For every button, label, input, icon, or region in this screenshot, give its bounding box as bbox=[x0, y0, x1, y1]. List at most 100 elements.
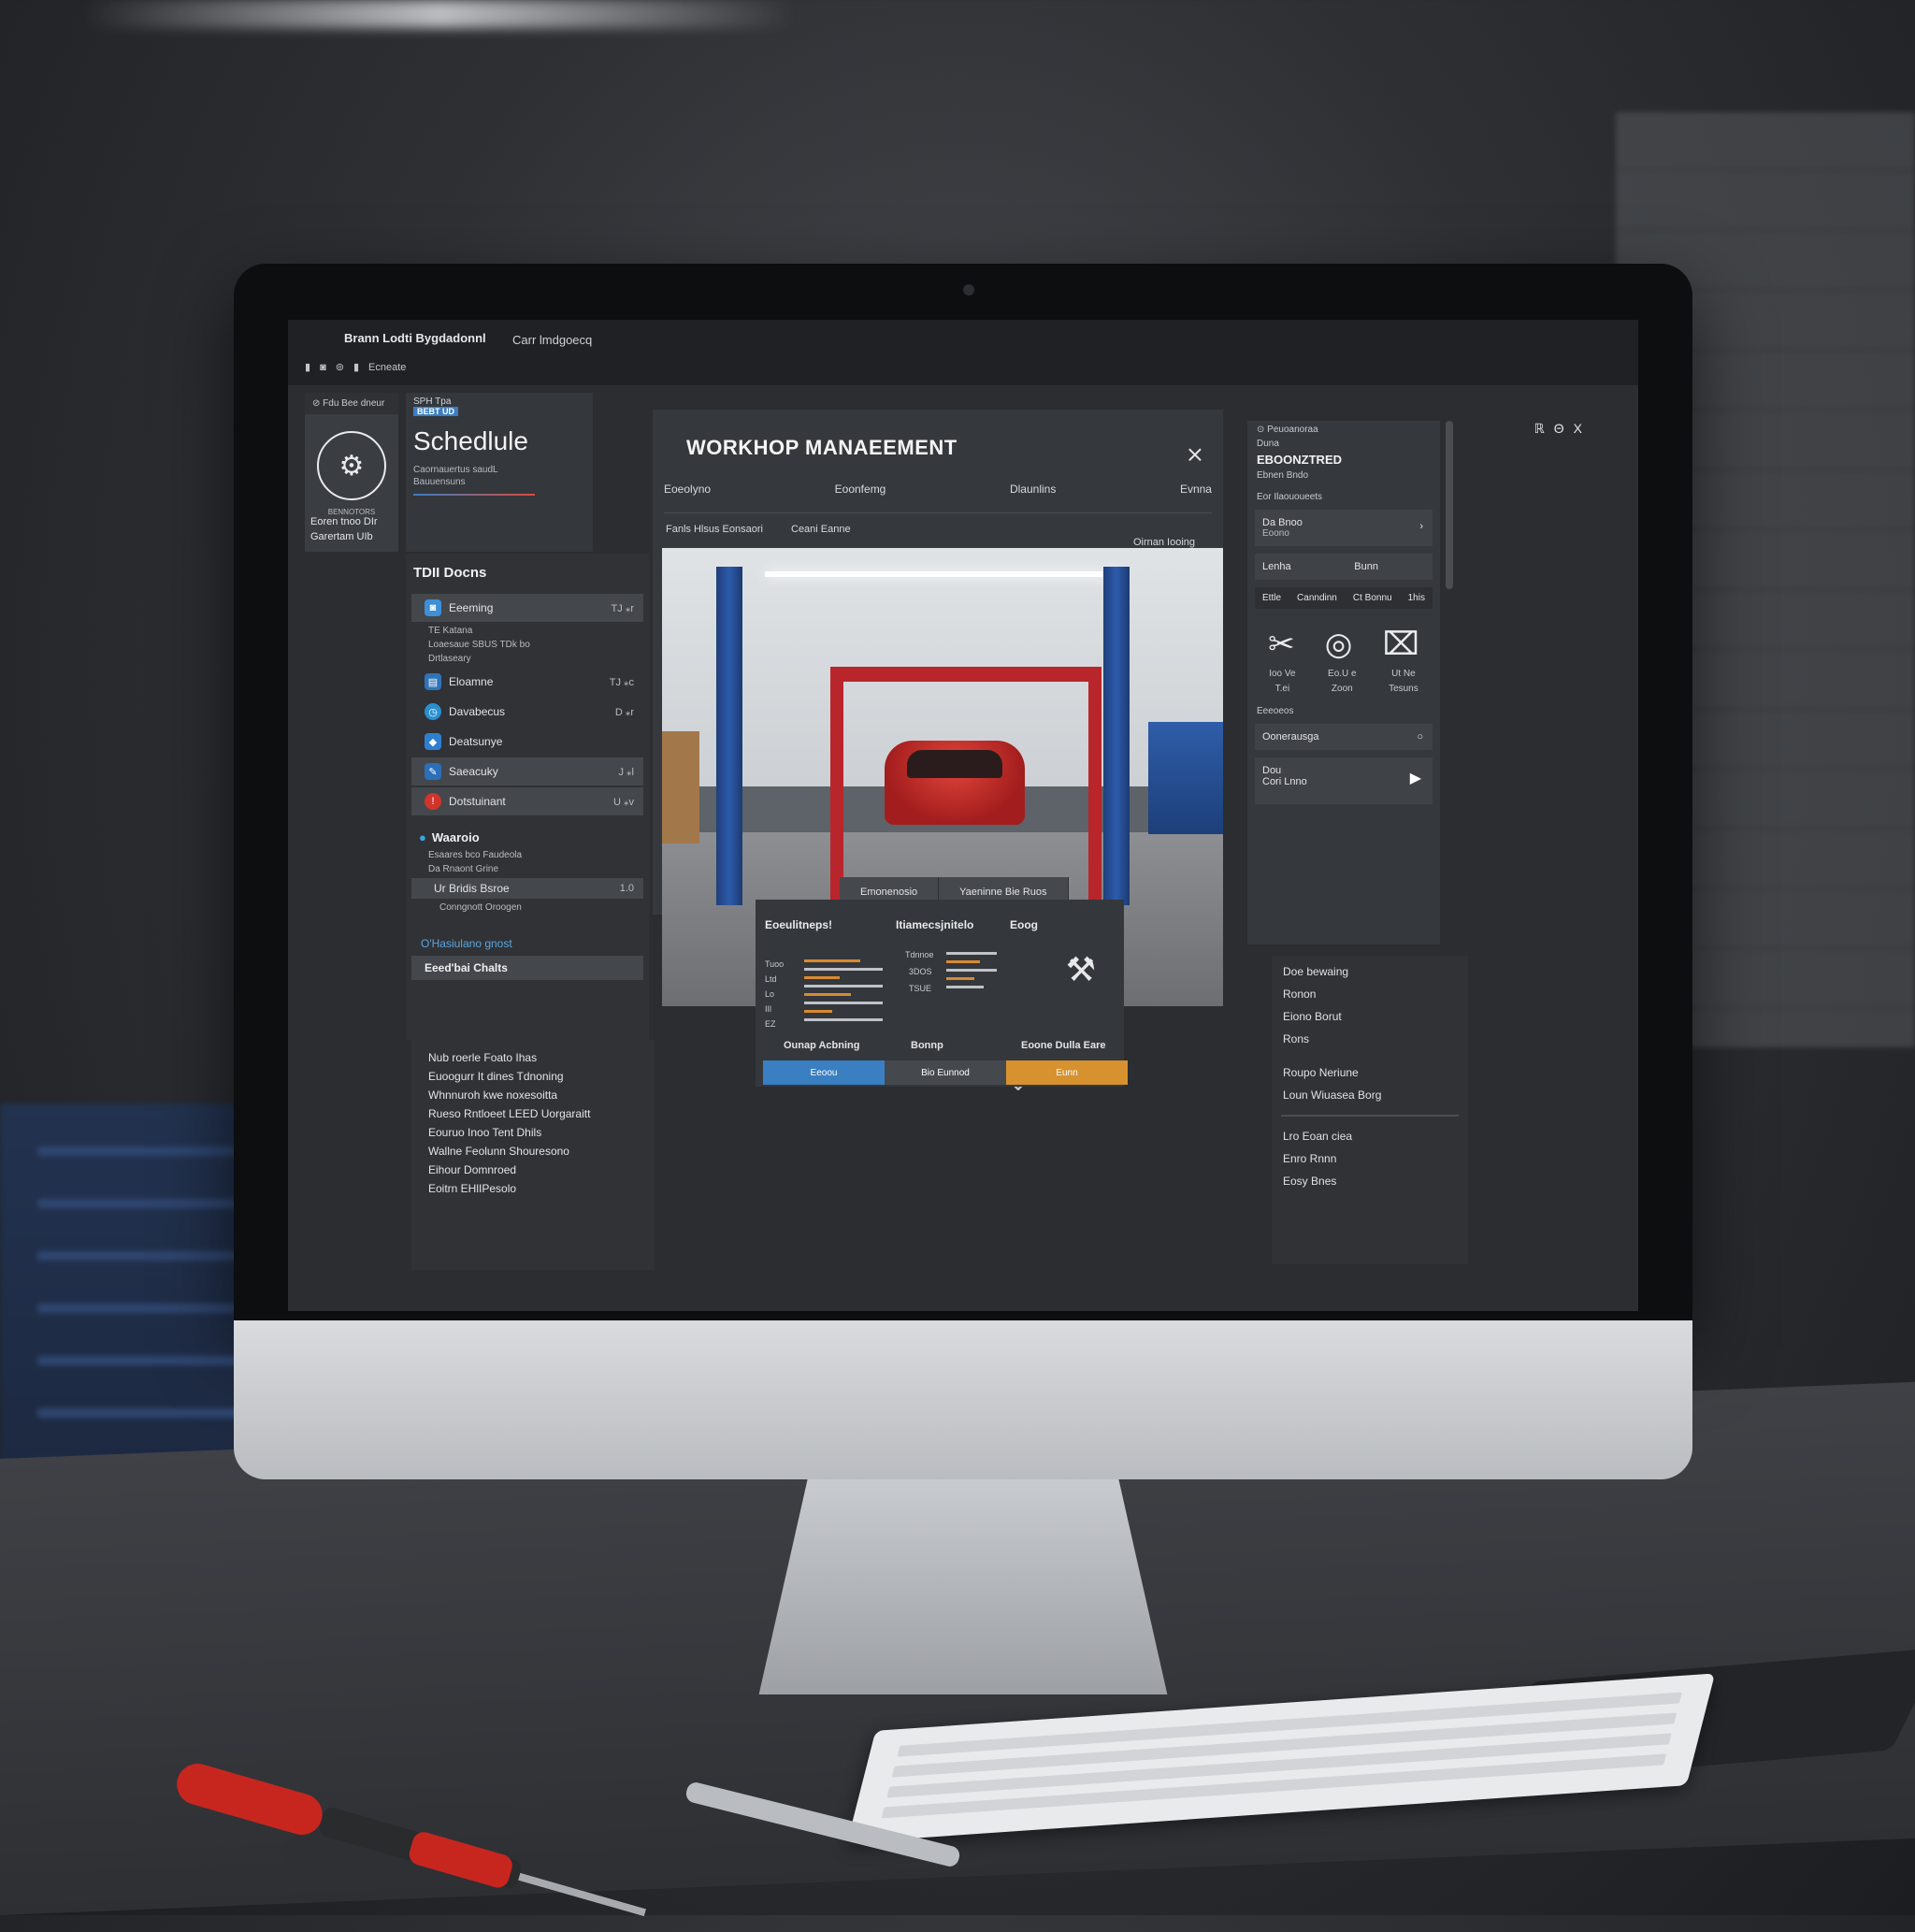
toolbar-icon[interactable]: ⊚ bbox=[336, 361, 344, 373]
task-subitem: TE Katana bbox=[428, 626, 473, 636]
list-item[interactable]: Whnnuroh kwe noxesoitta bbox=[411, 1083, 655, 1102]
list-item[interactable]: Rueso Rntloeet LEED Uorgaraitt bbox=[411, 1102, 655, 1120]
bar-group bbox=[804, 959, 883, 1027]
list-item[interactable]: Loun Wiuasea Borg bbox=[1272, 1079, 1468, 1102]
shield-icon: ● bbox=[419, 830, 426, 844]
info-icon[interactable]: ○ bbox=[1417, 731, 1423, 743]
bar bbox=[946, 960, 980, 963]
task-row[interactable]: ▤ Eloamne TJ ⁎c bbox=[411, 668, 643, 696]
media-card[interactable]: Dou Cori Lnno ▶ bbox=[1255, 757, 1433, 804]
crossed-tools-icon[interactable]: ✂ bbox=[1268, 626, 1295, 663]
list-item[interactable]: Wallne Feolunn Shouresono bbox=[411, 1139, 655, 1158]
brand-header[interactable]: ⊘ Fdu Bee dneur bbox=[305, 393, 398, 414]
photo-tool-cabinet bbox=[1148, 722, 1223, 835]
list-item[interactable]: Eosy Bnes bbox=[1272, 1165, 1468, 1188]
task-row[interactable]: ! Dotstuinant U ⁎v bbox=[411, 787, 643, 815]
sidebar-tab[interactable]: Ct Bonnu bbox=[1353, 593, 1392, 603]
stats-button[interactable]: Eeoou bbox=[763, 1060, 885, 1085]
tool-icon-label: Ioo Ve T.ei bbox=[1269, 667, 1295, 697]
close-panel-icon[interactable]: ⨯ bbox=[1186, 441, 1204, 469]
bar bbox=[804, 985, 883, 988]
tab-3[interactable]: Evnna bbox=[1180, 483, 1212, 496]
section-item-selected[interactable]: Ur Bridis Bsroe 1.0 bbox=[411, 878, 643, 899]
tasks-panel: TDII Docns ◙ Eeeming TJ ⁎r TE Katana Loaes… bbox=[406, 554, 649, 1040]
list-item[interactable]: Eiono Borut bbox=[1272, 1001, 1468, 1023]
list-item[interactable]: Rons bbox=[1272, 1023, 1468, 1045]
stats-footer: Bonnp bbox=[911, 1040, 943, 1051]
section-title-label: Waaroio bbox=[431, 830, 480, 844]
section-item[interactable]: Da Rnaont Grine bbox=[406, 862, 649, 876]
section-bar-button[interactable]: Eeed'bai Chalts bbox=[411, 956, 643, 980]
chevron-right-icon[interactable]: › bbox=[1419, 521, 1423, 532]
task-label: Dotstuinant bbox=[449, 795, 506, 808]
play-icon[interactable]: ▶ bbox=[1410, 769, 1421, 787]
schedule-panel: SPH Tpa BEBT UD Schedlule Caornauertus sa… bbox=[406, 393, 593, 552]
scrollbar[interactable] bbox=[1446, 421, 1453, 589]
toolbar-icon[interactable]: ▮ bbox=[305, 361, 310, 373]
minimize-icon[interactable]: ℝ bbox=[1534, 421, 1545, 437]
sidebar-label: Eeeoeos bbox=[1257, 706, 1294, 716]
gauge-icon[interactable]: ◎ bbox=[1325, 626, 1353, 663]
list-item[interactable]: Eouruo Inoo Tent Dhils bbox=[411, 1120, 655, 1139]
section-link[interactable]: O'Hasiulano gnost bbox=[406, 915, 649, 954]
sidebar-tab[interactable]: Ettle bbox=[1262, 593, 1281, 603]
sidebar-card[interactable]: Oonerausga ○ bbox=[1255, 724, 1433, 750]
card-subtitle: Eoono bbox=[1262, 528, 1289, 539]
tab-divider bbox=[664, 512, 1212, 513]
section-item[interactable]: Conngnott Oroogen bbox=[406, 901, 649, 915]
list-item[interactable]: Roupo Neriune bbox=[1272, 1045, 1468, 1079]
task-row[interactable]: ◙ Eeeming TJ ⁎r bbox=[411, 594, 643, 622]
task-row[interactable]: ◷ Davabecus D ⁎r bbox=[411, 698, 643, 726]
list-item[interactable]: Doe bewaing bbox=[1272, 956, 1468, 978]
stats-footer: Eoone Dulla Eare bbox=[1021, 1040, 1106, 1051]
sidebar-tabs: Ettle Canndinn Ct Bonnu 1his bbox=[1255, 587, 1433, 609]
list-item[interactable]: Eoitrn EHlIPesolo bbox=[411, 1176, 655, 1195]
list-item[interactable]: Enro Rnnn bbox=[1272, 1143, 1468, 1165]
bar bbox=[804, 993, 851, 996]
list-item[interactable]: Eihour Domnroed bbox=[411, 1158, 655, 1176]
tab-0[interactable]: Eoeolyno bbox=[664, 483, 711, 496]
tab-1[interactable]: Eoonfemg bbox=[835, 483, 886, 496]
stats-header: Eoeulitneps! bbox=[765, 918, 833, 931]
section-item[interactable]: Esaares bco Faudeola bbox=[406, 848, 649, 862]
list-item[interactable]: Euoogurr It dines Tdnoning bbox=[411, 1064, 655, 1083]
stats-button[interactable]: Bio Eunnod bbox=[885, 1060, 1006, 1085]
tool-icon-label-line: Tesuns bbox=[1389, 684, 1418, 694]
app-subtitle[interactable]: Carr lmdgoecq bbox=[512, 333, 592, 347]
bar bbox=[946, 969, 997, 972]
axis-label: 3DOS bbox=[909, 967, 932, 976]
breadcrumb[interactable]: Ceani Eanne bbox=[791, 524, 851, 535]
sidebar-card[interactable]: Lenha Bunn bbox=[1255, 554, 1433, 580]
tool-icon-labels: Ioo Ve T.ei Eo.U e Zoon Ut Ne Tesuns bbox=[1247, 663, 1440, 700]
card-label: Oonerausga bbox=[1262, 731, 1319, 743]
lift-crossbeam bbox=[830, 667, 1101, 683]
toolbar-icon[interactable]: ◙ bbox=[320, 362, 326, 373]
bar bbox=[804, 1018, 883, 1021]
tab-2[interactable]: Dlaunlins bbox=[1010, 483, 1056, 496]
breadcrumb[interactable]: Oirnan Iooing bbox=[1133, 537, 1195, 548]
close-icon[interactable]: X bbox=[1574, 421, 1582, 437]
schedule-tag-label: SPH Tpa bbox=[413, 396, 452, 407]
maximize-icon[interactable]: Θ bbox=[1554, 421, 1564, 437]
task-row[interactable]: ✎ Saeacuky J ⁎l bbox=[411, 757, 643, 786]
sidebar-label: Duna bbox=[1257, 439, 1279, 449]
sidebar-tab[interactable]: Canndinn bbox=[1297, 593, 1337, 603]
brand-footer: Eoren tnoo DIr Garertam UIb bbox=[310, 514, 378, 544]
clock-icon: ◷ bbox=[425, 703, 441, 720]
bar bbox=[804, 1002, 883, 1004]
list-item[interactable]: Nub roerle Foato Ihas bbox=[411, 1045, 655, 1064]
diagnostic-icon[interactable]: ⌧ bbox=[1383, 626, 1419, 663]
breadcrumb[interactable]: Fanls Hlsus Eonsaori bbox=[666, 524, 763, 535]
sidebar-card[interactable]: Da Bnoo Eoono › bbox=[1255, 510, 1433, 546]
window-controls: ℝ Θ X bbox=[1534, 421, 1582, 437]
toolbar-icon[interactable]: ▮ bbox=[353, 361, 359, 373]
list-item[interactable]: Ronon bbox=[1272, 978, 1468, 1001]
right-sidebar: ⊙ Peuoanoraa Duna EBOONZTRED Ebnen Bndo … bbox=[1247, 421, 1440, 944]
stats-button[interactable]: Eunn bbox=[1006, 1060, 1128, 1085]
right-lower-panel: Doe bewaing Ronon Eiono Borut Rons Roupo… bbox=[1272, 956, 1468, 1264]
tool-icon-label-line: T.ei bbox=[1274, 684, 1290, 694]
task-row[interactable]: ◆ Deatsunye bbox=[411, 728, 643, 756]
list-item[interactable]: Lro Eoan ciea bbox=[1272, 1120, 1468, 1143]
sidebar-tab[interactable]: 1his bbox=[1408, 593, 1425, 603]
toolbar-label[interactable]: Ecneate bbox=[368, 362, 406, 373]
